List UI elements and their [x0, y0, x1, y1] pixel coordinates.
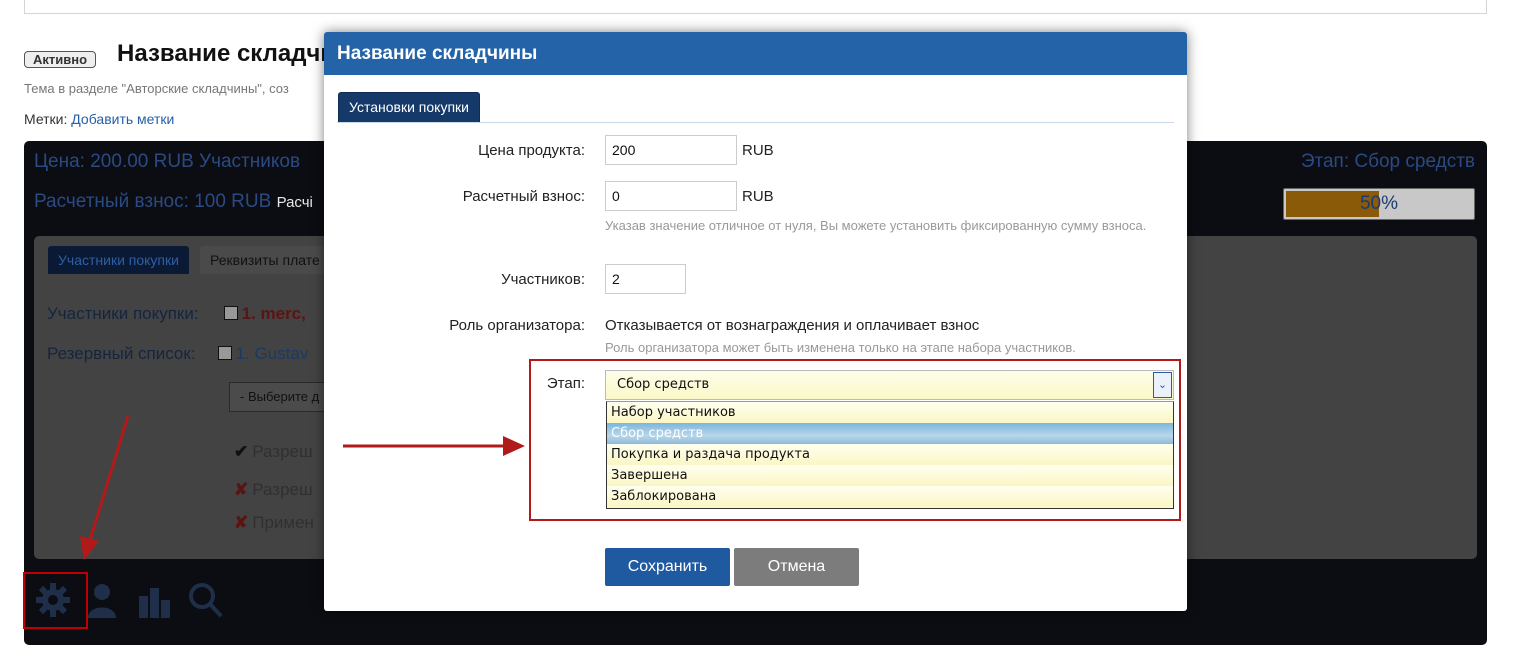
tags-line: Метки: Добавить метки — [24, 111, 174, 127]
stage-option[interactable]: Заблокирована — [607, 486, 1173, 507]
top-panel — [24, 0, 1487, 14]
participants-count-label: Участников: — [501, 271, 585, 288]
price-unit: RUB — [742, 142, 774, 159]
cross-icon: ✘ — [234, 480, 249, 499]
stage-select[interactable]: Сбор средств ⌄ — [605, 370, 1174, 400]
modal-tabs: Установки покупки — [337, 92, 1174, 123]
stage-option[interactable]: Завершена — [607, 465, 1173, 486]
stage-label: Этап: — [546, 375, 585, 392]
permission-row: ✘ Примен — [234, 513, 314, 533]
stage-option[interactable]: Покупка и раздача продукта — [607, 444, 1173, 465]
stage-status: Этап: Сбор средств — [1300, 151, 1475, 172]
chevron-down-icon[interactable]: ⌄ — [1153, 372, 1172, 398]
organizer-role-value: Отказывается от вознаграждения и оплачив… — [605, 317, 980, 334]
permission-text: Разреш — [252, 480, 313, 499]
reserve-label: Резервный список: — [47, 344, 196, 363]
fee-hint: Указав значение отличное от нуля, Вы мож… — [605, 218, 1147, 233]
modal-title: Название складчины — [324, 32, 1187, 75]
user-icon[interactable] — [85, 580, 125, 620]
progress-label: 50% — [1359, 193, 1399, 214]
permission-text: Разреш — [252, 442, 313, 461]
user-select[interactable]: - Выберите д — [229, 382, 329, 412]
stage-option[interactable]: Набор участников — [607, 402, 1173, 423]
participants-count-input[interactable] — [605, 264, 686, 294]
permission-text: Примен — [252, 513, 314, 532]
cross-icon: ✘ — [234, 513, 249, 532]
page-title: Название складчи — [117, 40, 336, 67]
cancel-button[interactable]: Отмена — [734, 548, 859, 586]
status-badge: Активно — [24, 51, 97, 68]
price-label: Цена продукта: — [478, 142, 585, 159]
fee-input[interactable] — [605, 181, 737, 211]
page-subtitle: Тема в разделе "Авторские складчины", со… — [24, 81, 289, 96]
permission-row: ✘ Разреш — [234, 480, 313, 500]
stage-dropdown-list: Набор участников Сбор средств Покупка и … — [606, 401, 1174, 509]
reserve-name[interactable]: 1. Gustav — [236, 344, 309, 363]
organizer-role-label: Роль организатора: — [449, 317, 585, 334]
price-input[interactable] — [605, 135, 737, 165]
reserve-row: Резервный список: 1. Gustav — [47, 344, 308, 364]
participant-name[interactable]: 1. merc, — [242, 304, 306, 323]
gear-highlight-box — [23, 572, 88, 629]
coins-icon[interactable] — [135, 580, 175, 620]
add-tags-link[interactable]: Добавить метки — [71, 111, 174, 127]
purchase-settings-modal: Название складчины Установки покупки Цен… — [324, 32, 1187, 611]
fee-line: Расчетный взнос: 100 RUB Расчі — [34, 191, 313, 213]
check-icon: ✔ — [234, 442, 249, 461]
progress-bar: 50% — [1283, 188, 1475, 220]
stage-select-value: Сбор средств — [617, 377, 710, 392]
reserve-checkbox[interactable] — [217, 346, 232, 360]
participants-row: Участники покупки: 1. merc, — [47, 304, 306, 324]
tags-label: Метки: — [24, 111, 68, 127]
permission-row: ✔ Разреш — [234, 442, 313, 462]
fee-label: Расчетный взнос: — [462, 188, 585, 205]
participant-checkbox[interactable] — [223, 306, 238, 320]
tab-payment-details[interactable]: Реквизиты плате — [200, 246, 330, 274]
stage-option-selected[interactable]: Сбор средств — [607, 423, 1173, 444]
tab-participants[interactable]: Участники покупки — [48, 246, 189, 274]
search-user-icon[interactable] — [185, 580, 225, 620]
fee-text: Расчетный взнос: 100 RUB — [34, 191, 272, 212]
participants-label: Участники покупки: — [47, 304, 199, 323]
organizer-role-hint: Роль организатора может быть изменена то… — [605, 340, 1076, 355]
fee-suffix: Расчі — [276, 194, 313, 211]
tab-purchase-settings[interactable]: Установки покупки — [338, 92, 480, 122]
fee-unit: RUB — [742, 188, 774, 205]
save-button[interactable]: Сохранить — [605, 548, 730, 586]
price-line: Цена: 200.00 RUB Участников — [34, 151, 301, 172]
